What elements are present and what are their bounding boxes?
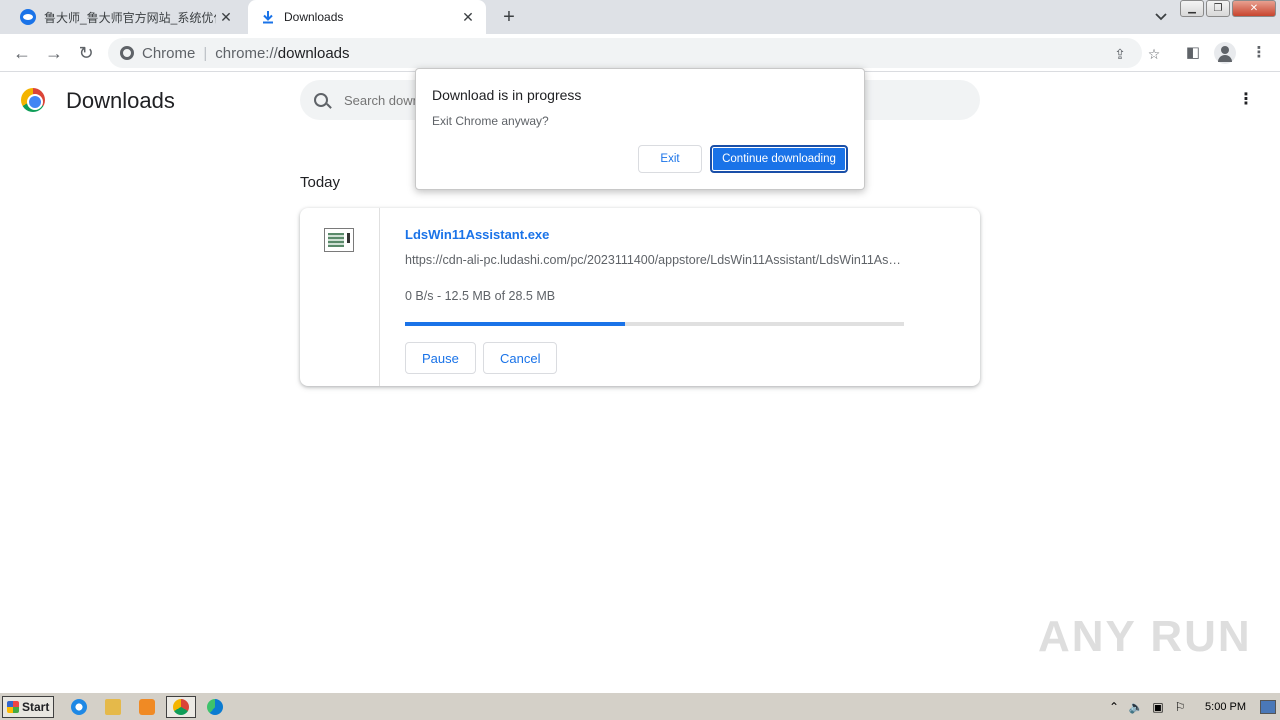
- download-status-text: 0 B/s - 12.5 MB of 28.5 MB: [405, 289, 556, 303]
- profile-avatar-icon: [1214, 42, 1236, 64]
- show-desktop-button[interactable]: [1260, 700, 1276, 714]
- action-center-flag-icon[interactable]: ⚐: [1171, 699, 1189, 715]
- folder-icon: [105, 699, 121, 715]
- network-icon[interactable]: ▣: [1149, 699, 1167, 715]
- anyrun-watermark: ANY RUN: [1038, 612, 1252, 661]
- tab-search-chevron-down-icon[interactable]: [1150, 7, 1172, 27]
- forward-arrow-icon[interactable]: →: [42, 41, 66, 65]
- restore-button[interactable]: ❐: [1206, 0, 1230, 17]
- tab-title: Downloads: [284, 10, 344, 24]
- share-icon[interactable]: ⇪: [1110, 44, 1130, 64]
- system-tray: ⌃ 🔈 ▣ ⚐ 5:00 PM: [1103, 695, 1280, 719]
- taskbar-edge[interactable]: [200, 696, 230, 718]
- media-player-icon: [139, 699, 155, 715]
- cancel-button[interactable]: Cancel: [483, 342, 558, 374]
- reload-icon[interactable]: ↻: [74, 41, 98, 65]
- tab-close-icon[interactable]: ✕: [460, 9, 476, 25]
- taskbar-clock[interactable]: 5:00 PM: [1205, 701, 1246, 713]
- tray-expand-icon[interactable]: ⌃: [1105, 699, 1123, 715]
- windows-flag-icon: [7, 701, 19, 713]
- download-progress-bar: [405, 322, 904, 326]
- address-bar[interactable]: Chrome | chrome://downloads ⇪ ☆: [108, 38, 1160, 68]
- taskbar-ie[interactable]: [64, 696, 94, 718]
- close-window-button[interactable]: ✕: [1232, 0, 1276, 17]
- ludashi-favicon-icon: [20, 9, 36, 25]
- omnibox-separator: |: [203, 44, 208, 62]
- page-title: Downloads: [66, 88, 175, 113]
- tab-strip: 鲁大师_鲁大师官方网站_系统优化大 ✕ Downloads ✕ + ▁ ❐ ✕: [0, 0, 1280, 34]
- minimize-button[interactable]: ▁: [1180, 0, 1204, 17]
- dialog-message: Exit Chrome anyway?: [432, 114, 549, 128]
- omnibox-url: chrome://downloads: [215, 44, 350, 62]
- taskbar-explorer[interactable]: [98, 696, 128, 718]
- bookmark-star-icon[interactable]: ☆: [1144, 44, 1164, 64]
- windows-taskbar: Start ⌃ 🔈 ▣ ⚐ 5:00 PM: [0, 692, 1280, 720]
- chrome-icon: [173, 699, 189, 715]
- continue-downloading-button[interactable]: Continue downloading: [710, 145, 848, 173]
- search-icon: [314, 93, 328, 107]
- executable-file-icon: [324, 228, 354, 252]
- tab-title: 鲁大师_鲁大师官方网站_系统优化大: [44, 10, 216, 25]
- browser-toolbar: ← → ↻ Chrome | chrome://downloads ⇪ ☆ ◧ …: [0, 34, 1280, 72]
- window-controls: ▁ ❐ ✕: [1178, 0, 1276, 18]
- chrome-logo-icon: [21, 88, 45, 112]
- start-button[interactable]: Start: [2, 696, 54, 718]
- chrome-site-icon: [120, 46, 134, 60]
- file-icon-column: [300, 208, 380, 386]
- taskbar-chrome[interactable]: [166, 696, 196, 718]
- back-arrow-icon[interactable]: ←: [10, 41, 34, 65]
- pause-button[interactable]: Pause: [405, 342, 476, 374]
- exit-button[interactable]: Exit: [638, 145, 702, 173]
- downloads-menu-icon[interactable]: ⋮: [1236, 90, 1256, 110]
- volume-icon[interactable]: 🔈: [1127, 699, 1145, 715]
- new-tab-button[interactable]: +: [498, 6, 520, 28]
- profile-button[interactable]: [1214, 42, 1236, 64]
- tab-ludashi[interactable]: 鲁大师_鲁大师官方网站_系统优化大 ✕: [8, 0, 244, 34]
- omnibox-scheme: Chrome: [142, 44, 196, 62]
- date-section-label: Today: [300, 174, 341, 191]
- side-panel-icon[interactable]: ◧: [1182, 42, 1204, 64]
- internet-explorer-icon: [71, 699, 87, 715]
- tab-downloads[interactable]: Downloads ✕: [248, 0, 486, 34]
- download-item-card: LdsWin11Assistant.exe https://cdn-ali-pc…: [300, 208, 980, 386]
- edge-icon: [207, 699, 223, 715]
- tab-close-icon[interactable]: ✕: [218, 9, 234, 25]
- download-filename-link[interactable]: LdsWin11Assistant.exe: [405, 227, 549, 242]
- download-progress-fill: [405, 322, 625, 326]
- download-favicon-icon: [263, 11, 273, 24]
- taskbar-media-player[interactable]: [132, 696, 162, 718]
- download-in-progress-dialog: Download is in progress Exit Chrome anyw…: [415, 68, 865, 190]
- menu-kebab-icon[interactable]: ⋮: [1248, 42, 1270, 64]
- start-label: Start: [22, 700, 50, 714]
- dialog-title: Download is in progress: [432, 87, 582, 103]
- download-source-url[interactable]: https://cdn-ali-pc.ludashi.com/pc/202311…: [405, 253, 905, 267]
